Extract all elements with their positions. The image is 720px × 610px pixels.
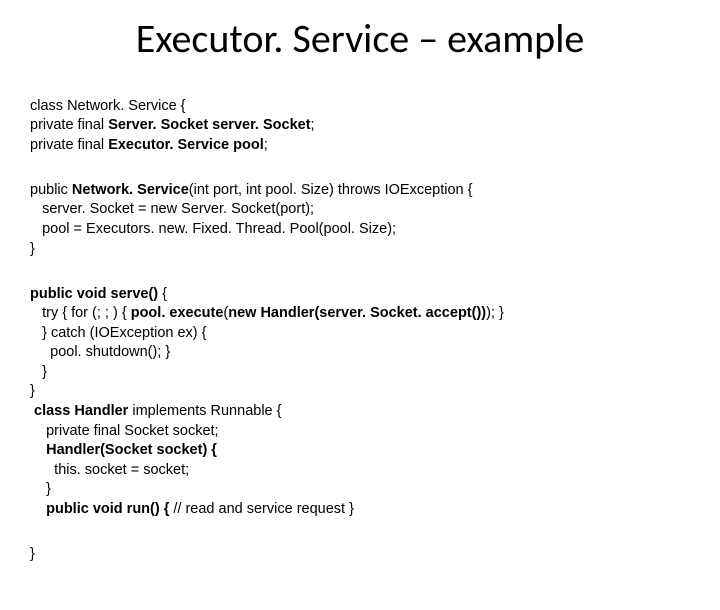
code-bold: Network. Service xyxy=(72,182,189,198)
code-line: ); } xyxy=(486,305,504,321)
code-bold: Handler(Socket socket) { xyxy=(30,442,217,458)
code-section-decl: class Network. Service { private final S… xyxy=(30,97,690,156)
code-section-serve: public void serve() { try { for (; ; ) {… xyxy=(30,285,690,520)
code-bold: public void run() { xyxy=(30,501,173,517)
code-line: } catch (IOException ex) { xyxy=(30,325,207,341)
code-bold: class Handler xyxy=(30,403,132,419)
code-line: // read and service request } xyxy=(173,501,354,517)
code-line: private final xyxy=(30,117,108,133)
slide-title: Executor. Service – example xyxy=(30,14,690,63)
code-line: implements Runnable { xyxy=(132,403,281,419)
code-bold: public void serve() xyxy=(30,286,158,302)
code-line: class Network. Service { xyxy=(30,98,186,114)
code-line: { xyxy=(158,286,167,302)
code-bold: Server. Socket server. Socket xyxy=(108,117,310,133)
code-line: (int port, int pool. Size) throws IOExce… xyxy=(189,182,473,198)
slide: Executor. Service – example class Networ… xyxy=(0,0,720,540)
code-section-end: } xyxy=(30,545,690,565)
code-line: public xyxy=(30,182,72,198)
code-line: } xyxy=(30,383,35,399)
code-line: ; xyxy=(264,137,268,153)
code-line: } xyxy=(30,241,35,257)
code-line: server. Socket = new Server. Socket(port… xyxy=(30,201,314,217)
code-line: try { for (; ; ) { xyxy=(30,305,131,321)
code-section-ctor: public Network. Service(int port, int po… xyxy=(30,181,690,259)
code-bold: Executor. Service pool xyxy=(108,137,264,153)
code-line: } xyxy=(30,481,51,497)
code-bold: pool. execute xyxy=(131,305,224,321)
code-bold: new Handler(server. Socket. accept()) xyxy=(228,305,486,321)
code-line: pool = Executors. new. Fixed. Thread. Po… xyxy=(30,221,396,237)
code-line: this. socket = socket; xyxy=(30,462,189,478)
code-line: } xyxy=(30,364,47,380)
code-line: private final Socket socket; xyxy=(30,423,219,439)
code-line: private final xyxy=(30,137,108,153)
code-line: ; xyxy=(311,117,315,133)
code-line: } xyxy=(30,546,35,562)
code-block: class Network. Service { private final S… xyxy=(30,77,690,610)
code-line: pool. shutdown(); } xyxy=(30,344,170,360)
